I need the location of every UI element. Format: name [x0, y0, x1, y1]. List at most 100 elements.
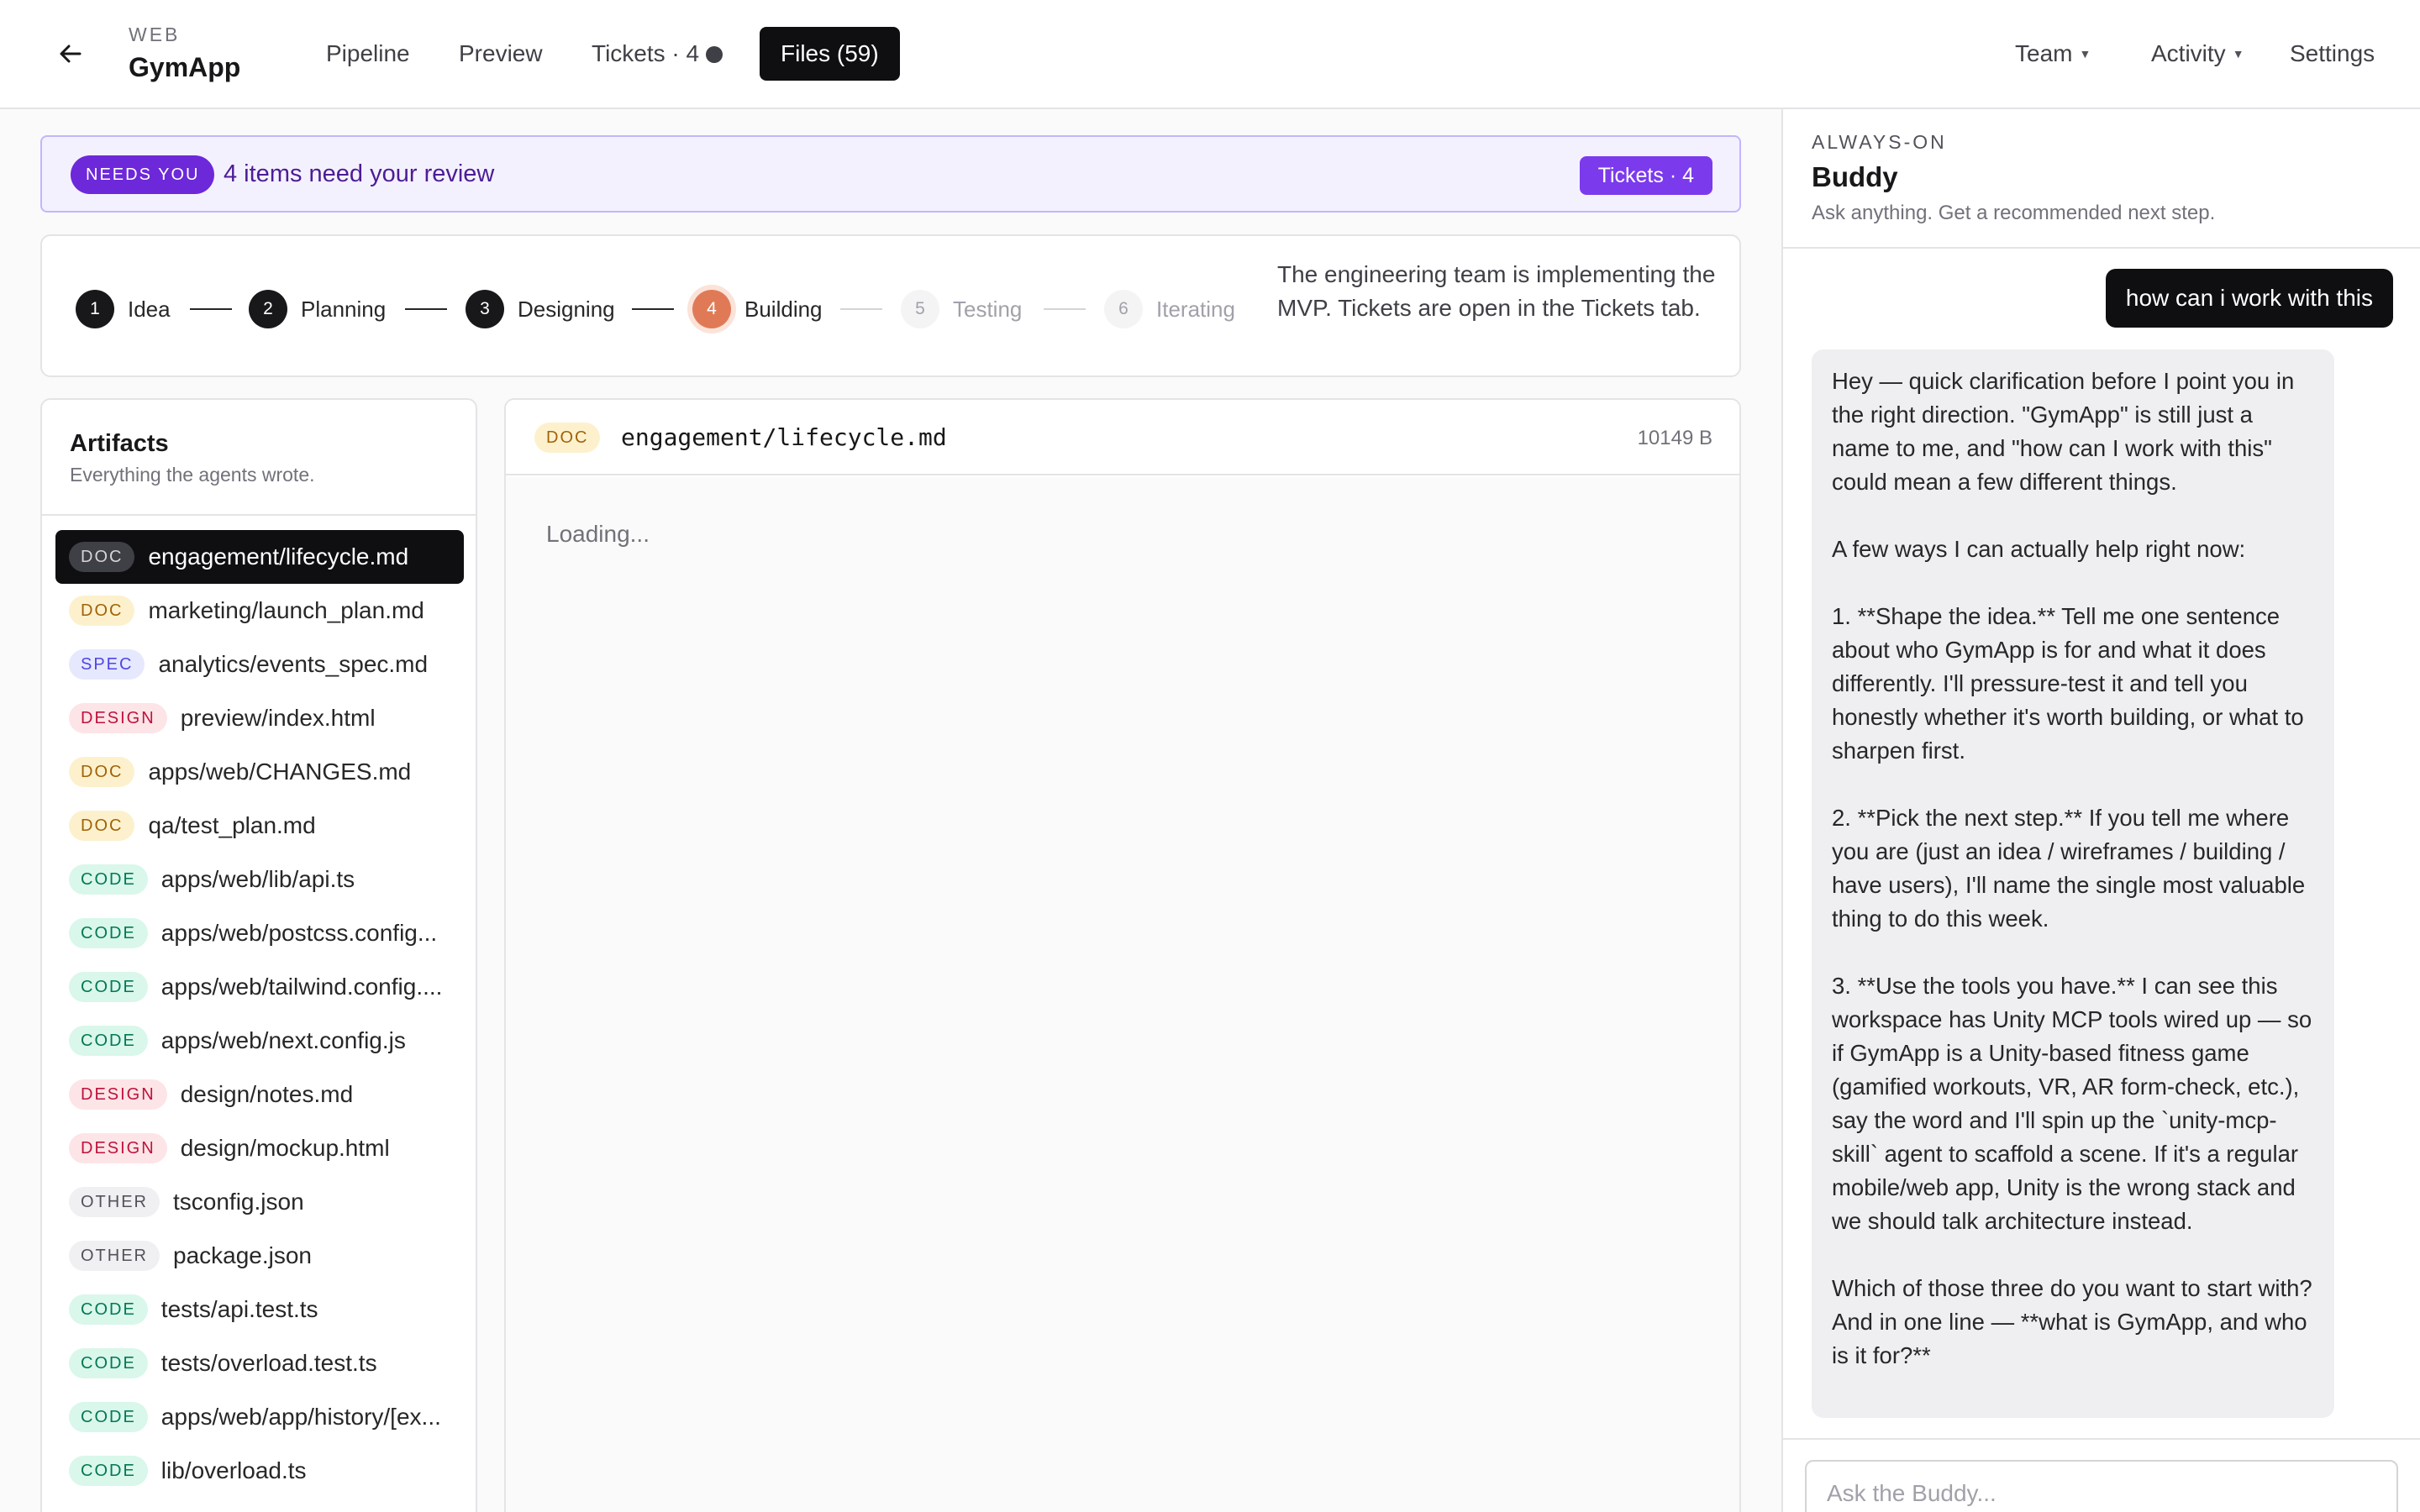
file-item[interactable]: CODE apps/web/app/history/[ex... [55, 1390, 464, 1444]
needs-you-badge: NEEDS YOU [71, 155, 215, 194]
file-tag: DOC [69, 811, 135, 841]
file-tag: CODE [69, 1456, 148, 1486]
team-dropdown[interactable]: Team ▼ [2015, 40, 2091, 67]
step-connector [840, 308, 882, 310]
team-label: Team [2015, 40, 2073, 66]
file-tag: DOC [69, 596, 135, 626]
file-name: tests/api.test.ts [160, 1296, 318, 1322]
file-name: lib/overload.ts [160, 1457, 307, 1483]
arrow-left-icon [60, 45, 82, 63]
activity-dropdown[interactable]: Activity ▼ [2151, 40, 2244, 67]
document-viewer: DOC engagement/lifecycle.md 10149 B Load… [504, 398, 1741, 1512]
file-item[interactable]: DOC apps/web/CHANGES.md [55, 745, 464, 799]
step-connector [632, 308, 674, 310]
file-tag: CODE [69, 1348, 148, 1378]
file-tag: CODE [69, 1026, 148, 1056]
file-name: design/mockup.html [180, 1135, 390, 1161]
step-number: 5 [901, 290, 939, 328]
review-tickets-button[interactable]: Tickets · 4 [1579, 156, 1712, 195]
buddy-subtitle: Ask anything. Get a recommended next ste… [1812, 202, 2216, 224]
file-name: package.json [173, 1242, 313, 1268]
file-name: apps/web/app/history/[ex... [160, 1404, 441, 1430]
viewer-body: Loading... [506, 477, 1739, 1512]
step-label: Testing [953, 296, 1023, 322]
file-item[interactable]: CODE apps/web/next.config.js [55, 1014, 464, 1068]
file-item-active[interactable]: DOC engagement/lifecycle.md [55, 530, 464, 584]
file-item[interactable]: CODE apps/web/tailwind.config.... [55, 960, 464, 1014]
loading-text: Loading... [546, 521, 650, 547]
viewer-file-path: engagement/lifecycle.md [621, 423, 947, 451]
file-name: analytics/events_spec.md [158, 651, 429, 677]
step-idea: 1 Idea [76, 288, 171, 330]
step-label: Iterating [1156, 296, 1235, 322]
file-tag: OTHER [69, 1187, 160, 1217]
step-iterating: 6 Iterating [1104, 288, 1235, 330]
step-designing: 3 Designing [466, 288, 615, 330]
file-tag: OTHER [69, 1241, 160, 1271]
file-tag: DESIGN [69, 1079, 167, 1110]
review-banner: NEEDS YOU 4 items need your review Ticke… [40, 135, 1741, 213]
step-label: Designing [518, 296, 615, 322]
step-connector [405, 308, 447, 310]
stage-description: The engineering team is implementing the… [1277, 261, 1716, 321]
buddy-title: Buddy [1812, 161, 1898, 192]
tab-preview[interactable]: Preview [459, 40, 543, 67]
top-bar: WEB GymApp Pipeline Preview Tickets · 4 … [0, 0, 2420, 109]
viewer-header: DOC engagement/lifecycle.md 10149 B [506, 400, 1739, 475]
project-kicker: WEB [129, 24, 181, 45]
buddy-kicker: ALWAYS-ON [1812, 131, 1947, 153]
file-tag: CODE [69, 864, 148, 895]
file-tag: DOC [69, 542, 135, 572]
file-item[interactable]: SPEC analytics/events_spec.md [55, 638, 464, 691]
artifacts-subtitle: Everything the agents wrote. [70, 464, 315, 486]
file-name: tsconfig.json [173, 1189, 304, 1215]
file-item[interactable]: CODE apps/web/lib/api.ts [55, 853, 464, 906]
settings-link[interactable]: Settings [2290, 40, 2375, 67]
file-tag: CODE [69, 1294, 148, 1325]
file-item[interactable]: DESIGN preview/index.html [55, 691, 464, 745]
activity-label: Activity [2151, 40, 2226, 66]
file-item[interactable]: DOC qa/test_plan.md [55, 799, 464, 853]
file-item[interactable]: CODE tests/overload.test.ts [55, 1336, 464, 1390]
file-name: marketing/launch_plan.md [148, 597, 424, 623]
tab-pipeline[interactable]: Pipeline [326, 40, 410, 67]
caret-down-icon: ▼ [2232, 47, 2244, 60]
unread-dot-icon [706, 46, 723, 63]
back-button[interactable] [54, 37, 87, 71]
stage-stepper: 1 Idea 2 Planning 3 Designing 4 Building… [40, 234, 1741, 377]
file-item[interactable]: DESIGN design/mockup.html [55, 1121, 464, 1175]
file-item[interactable]: DESIGN design/notes.md [55, 1068, 464, 1121]
file-name: preview/index.html [180, 705, 376, 731]
assistant-message-bubble: Hey — quick clarification before I point… [1812, 349, 2334, 1418]
file-list: DOC engagement/lifecycle.md DOC marketing/… [55, 530, 464, 1498]
divider [1783, 247, 2420, 249]
step-label: Planning [301, 296, 387, 322]
file-tag: SPEC [69, 649, 145, 680]
step-connector [1044, 308, 1086, 310]
buddy-chat-input[interactable] [1805, 1460, 2398, 1512]
file-item[interactable]: OTHER tsconfig.json [55, 1175, 464, 1229]
tab-tickets-label: Tickets · 4 [592, 40, 700, 66]
viewer-file-size: 10149 B [1637, 427, 1712, 449]
file-name: apps/web/CHANGES.md [148, 759, 412, 785]
divider [1783, 1438, 2420, 1440]
artifacts-panel: Artifacts Everything the agents wrote. D… [40, 398, 477, 1512]
file-item[interactable]: CODE lib/overload.ts [55, 1444, 464, 1498]
step-connector [190, 308, 232, 310]
file-item[interactable]: OTHER package.json [55, 1229, 464, 1283]
file-item[interactable]: CODE apps/web/postcss.config... [55, 906, 464, 960]
step-number: 3 [466, 290, 504, 328]
file-name: apps/web/tailwind.config.... [160, 974, 443, 1000]
divider [42, 514, 476, 516]
file-item[interactable]: CODE tests/api.test.ts [55, 1283, 464, 1336]
file-name: apps/web/lib/api.ts [160, 866, 355, 892]
user-message-bubble: how can i work with this [2105, 269, 2393, 328]
step-number: 6 [1104, 290, 1143, 328]
buddy-panel: ALWAYS-ON Buddy Ask anything. Get a reco… [1781, 109, 2420, 1512]
file-tag: CODE [69, 972, 148, 1002]
tab-files[interactable]: Files (59) [760, 27, 900, 81]
file-tag: CODE [69, 918, 148, 948]
tab-tickets[interactable]: Tickets · 4 [592, 40, 723, 67]
file-tag: DOC [69, 757, 135, 787]
file-item[interactable]: DOC marketing/launch_plan.md [55, 584, 464, 638]
